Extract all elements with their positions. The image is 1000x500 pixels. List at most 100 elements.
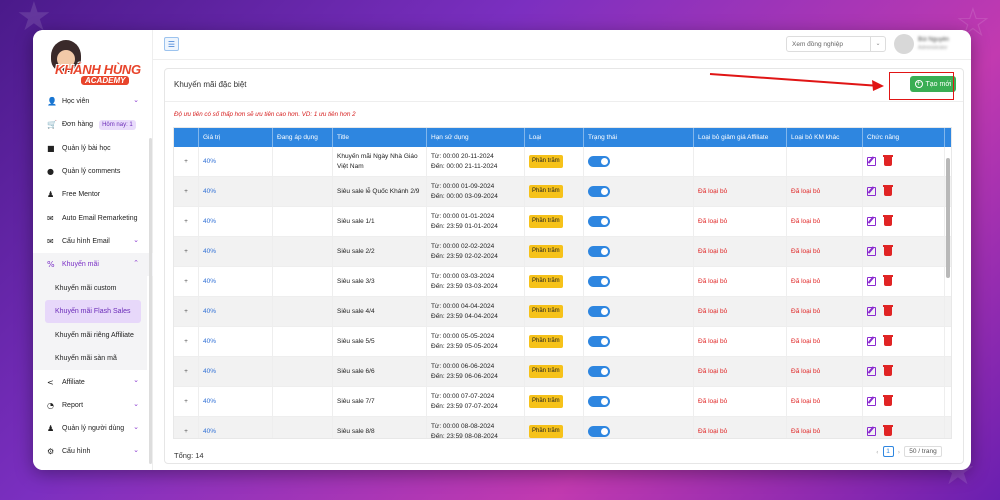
trash-icon[interactable] [883, 185, 893, 196]
valid-from: Từ: 00:00 02-02-2024 [431, 243, 495, 251]
trash-icon[interactable] [883, 245, 893, 256]
edit-icon[interactable] [867, 307, 876, 316]
page-number[interactable]: 1 [882, 446, 894, 457]
valid-to: Đến: 23:59 03-03-2024 [431, 282, 498, 290]
edit-icon[interactable] [867, 337, 876, 346]
sidebar-item-report[interactable]: ◔ Report ⌄ [33, 394, 153, 417]
title-cell: Siêu sale 5/5 [333, 327, 427, 356]
trash-icon[interactable] [883, 365, 893, 376]
expand-row-button[interactable]: + [174, 327, 199, 356]
submenu-item[interactable]: Khuyến mãi riêng Affiliate [33, 323, 147, 347]
value-cell: 40% [199, 207, 273, 236]
expand-row-button[interactable]: + [174, 207, 199, 236]
trash-icon[interactable] [883, 425, 893, 436]
sidebar-item-label: Free Mentor [62, 191, 101, 199]
status-toggle[interactable] [588, 246, 610, 257]
status-toggle[interactable] [588, 306, 610, 317]
validity-range: Từ: 00:00 20-11-2024 Đến: 00:00 21-11-202… [431, 152, 497, 171]
expand-row-button[interactable]: + [174, 387, 199, 416]
promo-submenu: Khuyến mãi custom Khuyến mãi Flash Sales K… [33, 276, 147, 371]
sidebar-item-affiliate[interactable]: < Affiliate ⌄ [33, 370, 153, 393]
sidebar-item-cấu-hình-email[interactable]: ✉ Cấu hình Email ⌄ [33, 230, 153, 253]
trash-icon[interactable] [883, 215, 893, 226]
sidebar-item-cấu-hình[interactable]: ⚙ Cấu hình ⌄ [33, 440, 153, 463]
remove-affiliate-cell: Đã loại bỏ [694, 417, 787, 438]
status-cell [584, 207, 694, 236]
edit-icon[interactable] [867, 427, 876, 436]
edit-icon[interactable] [867, 157, 876, 166]
type-cell: Phần trăm [525, 237, 584, 266]
page-size-select[interactable]: 50 / trang [904, 446, 942, 457]
edit-icon[interactable] [867, 217, 876, 226]
sidebar-item-quản-lý-bài-học[interactable]: ■ Quản lý bài học [33, 137, 153, 160]
column-header: Title [333, 128, 427, 147]
status-toggle[interactable] [588, 396, 610, 407]
edit-icon[interactable] [867, 247, 876, 256]
remove-affiliate-cell [694, 147, 787, 176]
actions-cell [863, 357, 945, 386]
remove-other-cell: Đã loại bỏ [787, 327, 863, 356]
status-toggle[interactable] [588, 276, 610, 287]
column-header: Hạn sử dụng [427, 128, 525, 147]
table-row: +40% Siêu sale 1/1 Từ: 00:00 01-01-2024 Đến… [174, 207, 951, 237]
trash-icon[interactable] [883, 155, 893, 166]
expand-row-button[interactable]: + [174, 177, 199, 206]
logo[interactable]: KHÁNH HÙNG ACADEMY [41, 40, 149, 92]
expand-row-button[interactable]: + [174, 267, 199, 296]
next-page-icon[interactable]: › [898, 448, 901, 456]
expand-row-button[interactable]: + [174, 357, 199, 386]
expand-row-button[interactable]: + [174, 147, 199, 176]
submenu-item[interactable]: Khuyến mãi custom [33, 276, 147, 300]
validity-cell: Từ: 00:00 05-05-2024 Đến: 23:59 05-05-202… [427, 327, 525, 356]
status-toggle[interactable] [588, 336, 610, 347]
edit-icon[interactable] [867, 277, 876, 286]
expand-row-button[interactable]: + [174, 417, 199, 438]
discount-value: 40% [203, 217, 217, 225]
sidebar-item-quản-lý-người-dùng[interactable]: ♟ Quản lý người dùng ⌄ [33, 417, 153, 440]
table-header: Giá trị Đang áp dụng Title Hạn sử dụng Loại T… [174, 128, 951, 147]
trash-icon[interactable] [883, 305, 893, 316]
sidebar-item-học-viên[interactable]: 👤 Học viên ⌄ [33, 90, 153, 113]
remove-affiliate-cell: Đã loại bỏ [694, 177, 787, 206]
sidebar-item-quản-lý-comments[interactable]: ● Quản lý comments [33, 160, 153, 183]
menu-toggle-button[interactable]: ☰ [164, 37, 179, 51]
expand-row-button[interactable]: + [174, 237, 199, 266]
remove-affiliate-cell: Đã loại bỏ [694, 297, 787, 326]
status-toggle[interactable] [588, 366, 610, 377]
value-cell: 40% [199, 267, 273, 296]
edit-icon[interactable] [867, 187, 876, 196]
status-cell [584, 237, 694, 266]
prev-page-icon[interactable]: ‹ [876, 448, 879, 456]
column-header: Loại [525, 128, 584, 147]
sidebar-item-khuyến-mãi[interactable]: % Khuyến mãi ⌃ [33, 253, 153, 277]
type-tag: Phần trăm [529, 425, 563, 438]
sidebar-item-đơn-hàng[interactable]: 🛒 Đơn hàng Hôm nay: 1 [33, 113, 153, 136]
edit-icon[interactable] [867, 397, 876, 406]
mail-icon: ✉ [47, 236, 54, 246]
colleague-select[interactable]: Xem đồng nghiệp ⌄ [786, 36, 886, 52]
expand-row-button[interactable]: + [174, 297, 199, 326]
status-cell [584, 177, 694, 206]
submenu-item[interactable]: Khuyến mãi Flash Sales [45, 299, 141, 324]
title-cell: Siêu sale 3/3 [333, 267, 427, 296]
sidebar-item-auto-email-remarketing[interactable]: ✉ Auto Email Remarketing [33, 206, 153, 229]
avatar[interactable] [894, 34, 914, 54]
trash-icon[interactable] [883, 335, 893, 346]
sidebar-item-free-mentor[interactable]: ♟ Free Mentor [33, 183, 153, 206]
trash-icon[interactable] [883, 395, 893, 406]
trash-icon[interactable] [883, 275, 893, 286]
status-toggle[interactable] [588, 186, 610, 197]
status-cell [584, 297, 694, 326]
status-toggle[interactable] [588, 426, 610, 437]
promo-title: Siêu sale 1/1 [337, 217, 375, 225]
status-toggle[interactable] [588, 216, 610, 227]
table-scrollbar[interactable] [946, 158, 950, 278]
submenu-item[interactable]: Khuyến mãi sàn mã [33, 347, 147, 371]
type-cell: Phần trăm [525, 387, 584, 416]
validity-cell: Từ: 00:00 06-06-2024 Đến: 23:59 06-06-202… [427, 357, 525, 386]
sidebar-scrollbar[interactable] [149, 138, 152, 464]
edit-icon[interactable] [867, 367, 876, 376]
valid-from: Từ: 00:00 06-06-2024 [431, 363, 495, 371]
status-toggle[interactable] [588, 156, 610, 167]
validity-range: Từ: 00:00 02-02-2024 Đến: 23:59 02-02-202… [431, 242, 498, 261]
